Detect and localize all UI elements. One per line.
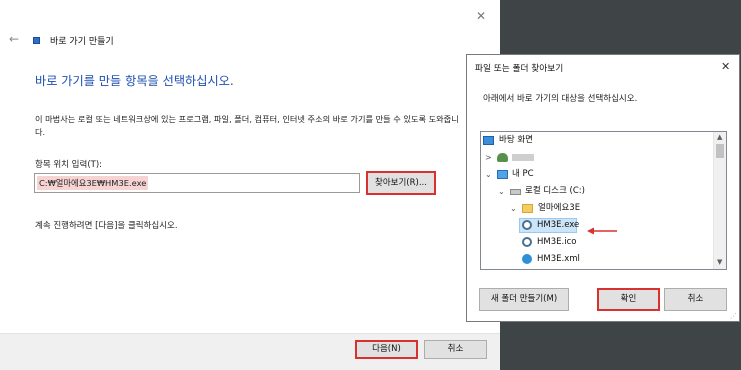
tree-item-desktop[interactable]: 바탕 화면 [481, 132, 713, 149]
chevron-right-icon[interactable]: > [485, 149, 492, 166]
tree-item-label: HM3E.xml [537, 254, 580, 264]
tree-item-label: HM3E.exe [537, 220, 580, 230]
resize-grip-icon[interactable]: ⋰ [730, 312, 737, 320]
scroll-down-icon[interactable]: ▼ [717, 258, 722, 266]
cancel-button[interactable]: 취소 [424, 340, 487, 359]
tree-item-label: 바탕 화면 [499, 135, 533, 145]
xml-icon [522, 254, 532, 264]
new-folder-button[interactable]: 새 폴더 만들기(M) [479, 288, 569, 311]
browse-dialog: 파일 또는 폴더 찾아보기 ✕ 아래에서 바로 가기의 대상을 선택하십시오. … [466, 54, 740, 322]
tree-item-label: 얼마에요3E [538, 203, 581, 213]
desktop-icon [483, 136, 494, 145]
tree-item-file[interactable]: HM3E.ico [481, 234, 713, 251]
scroll-up-icon[interactable]: ▲ [717, 133, 722, 141]
browse-dialog-message: 아래에서 바로 가기의 대상을 선택하십시오. [483, 94, 638, 104]
wizard-title: 바로 가기 만들기 [50, 37, 114, 47]
tree-item-label: HM3E.ico [537, 237, 577, 247]
tree-item-folder[interactable]: ⌄ 얼마에요3E [481, 200, 713, 217]
vertical-scrollbar[interactable]: ▲ ▼ [713, 132, 726, 269]
cancel-button[interactable]: 취소 [664, 288, 727, 311]
close-icon[interactable]: ✕ [476, 9, 486, 23]
close-icon[interactable]: ✕ [721, 60, 730, 73]
wizard-description: 이 마법사는 로컬 또는 네트워크상에 있는 프로그램, 파일, 폴더, 컴퓨터… [35, 114, 459, 137]
tree-item-local-disk[interactable]: ⌄ 로컬 디스크 (C:) [481, 183, 713, 200]
tree-item-file[interactable]: HM3E.xml [481, 251, 713, 268]
exe-icon [522, 220, 532, 230]
chevron-down-icon[interactable]: ⌄ [498, 183, 505, 200]
back-arrow-icon[interactable]: ← [9, 32, 19, 46]
chevron-down-icon[interactable]: ⌄ [485, 166, 492, 183]
tree-item-label: 로컬 디스크 (C:) [525, 186, 585, 196]
ico-file-icon [522, 237, 532, 247]
location-label: 항목 위치 입력(T): [35, 160, 103, 170]
location-input[interactable]: C:₩얼마에요3E₩HM3E.exe [34, 173, 360, 193]
ok-button[interactable]: 확인 [597, 288, 660, 311]
tree-item-label: 내 PC [512, 169, 534, 179]
continue-instruction: 계속 진행하려면 [다음]을 클릭하십시오. [35, 221, 178, 231]
wizard-heading: 바로 가기를 만들 항목을 선택하십시오. [35, 74, 234, 88]
tree-item-this-pc[interactable]: ⌄ 내 PC [481, 166, 713, 183]
chevron-down-icon[interactable]: ⌄ [510, 200, 517, 217]
browse-dialog-title: 파일 또는 폴더 찾아보기 [475, 64, 564, 74]
folder-tree[interactable]: 바탕 화면 > ⌄ 내 PC ⌄ 로컬 디스크 (C:) ⌄ 얼마에요3E HM… [480, 131, 727, 270]
blurred-username [512, 154, 534, 161]
create-shortcut-wizard: ✕ ← 바로 가기 만들기 바로 가기를 만들 항목을 선택하십시오. 이 마법… [0, 0, 500, 370]
scroll-thumb[interactable] [716, 144, 724, 158]
shortcut-icon [33, 37, 40, 44]
drive-icon [510, 189, 521, 195]
next-button[interactable]: 다음(N) [355, 340, 418, 359]
location-value: C:₩얼마에요3E₩HM3E.exe [37, 176, 149, 190]
browse-button[interactable]: 찾아보기(R)... [366, 171, 436, 195]
tree-item-user[interactable]: > [481, 149, 713, 166]
folder-icon [522, 204, 533, 213]
red-arrow-annotation [587, 227, 617, 235]
pc-icon [497, 170, 508, 179]
user-icon [497, 153, 508, 162]
